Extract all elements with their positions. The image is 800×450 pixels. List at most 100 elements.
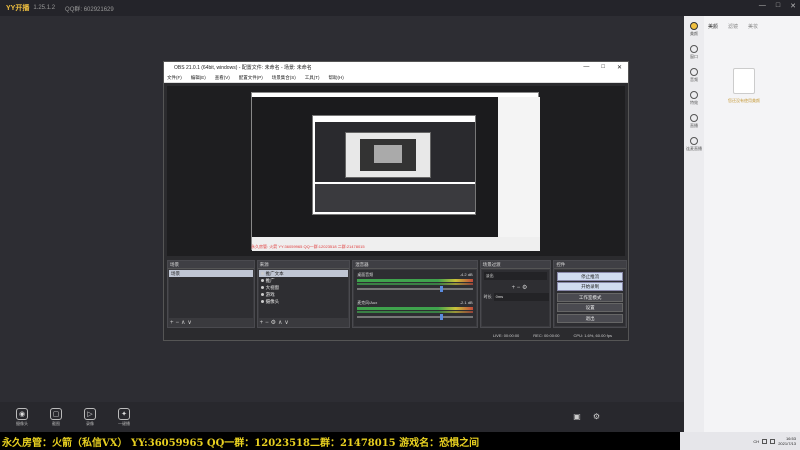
volume-icon[interactable] [770,438,776,444]
qq-group: QQ群: 602921629 [65,6,114,13]
source-item[interactable]: 摄像头 [259,298,349,305]
live-timer: LIVE: 00:00:00 [492,332,520,338]
stop-stream-button[interactable]: 停止推流 [557,271,623,281]
duration-input[interactable]: 0ms [493,293,550,301]
network-icon[interactable] [762,438,768,444]
nav-beauty[interactable]: 美颜 [690,22,698,37]
beauty-icon [690,22,698,30]
tab-makeup[interactable]: 美妆 [748,23,758,30]
transitions-title: 场景过渡 [480,261,551,269]
transition-select[interactable]: 淡出 [483,272,548,280]
exit-button[interactable]: 退出 [557,313,623,323]
menu-help[interactable]: 帮助(H) [329,75,344,81]
right-panel: 美颜 窗口 音频 特效 直播 连麦直播 美颜 滤镜 美妆 您还没有使用美颜 [684,16,800,432]
source-item[interactable]: 推广文本 [258,270,349,277]
bottom-toolbar: ◉ 摄像头 ▢ 截图 ▷ 录像 ✦ 一键播 ▣ ⚙ [0,402,684,432]
record-button[interactable]: ▷ 录像 [80,407,100,427]
obs-maximize-button[interactable]: □ [601,64,605,71]
beauty-tabs: 美颜 滤镜 美妆 [708,23,758,30]
scene-item[interactable]: 场景 [169,270,253,277]
mixer-title: 混音器 [353,261,477,269]
obs-window: OBS 21.0.1 (64bit, windows) - 配置文件: 未命名 … [163,61,629,341]
scenes-title: 场景 [168,261,254,269]
close-button[interactable]: ✕ [790,2,796,10]
screenshot-icon: ▢ [50,407,62,420]
nav-effects[interactable]: 特效 [690,91,698,106]
source-item[interactable]: 游戏 [259,291,349,298]
record-icon: ▷ [84,407,96,420]
settings-button[interactable]: 设置 [557,303,623,312]
nested-capture-2 [312,115,476,215]
nested-capture [251,92,540,251]
nav-co-host[interactable]: 连麦直播 [686,137,702,152]
app-titlebar: YY开播 1.25.1.2 QQ群: 602921629 — □ ✕ [0,0,800,16]
obs-statusbar: LIVE: 00:00:00 REC: 00:00:00 CPU: 1.6%, … [164,330,628,340]
rec-timer: REC: 00:00:00 [533,332,560,338]
clock[interactable]: 16:53 2021/7/13 [778,436,796,446]
cpu-fps: CPU: 1.6%, 60.00 fps [573,332,612,338]
layers-icon [690,45,698,53]
eye-icon[interactable] [260,279,264,282]
broadcast-icon: ✦ [118,407,130,420]
settings-gear-icon[interactable]: ⚙ [593,412,600,421]
tab-filter[interactable]: 滤镜 [728,23,738,30]
nav-window[interactable]: 窗口 [690,45,698,60]
empty-doc-icon [733,68,755,94]
promo-banner: 永久房管：火箭（私信VX） YY:36059965 QQ一群：12023518二… [0,432,680,450]
input-lang[interactable]: CH [753,439,759,444]
video-call-icon[interactable]: ▣ [573,412,581,421]
empty-text: 您还没有使用美颜 [728,98,760,103]
obs-close-button[interactable]: ✕ [617,64,622,71]
live-icon [690,114,698,122]
one-click-live-button[interactable]: ✦ 一键播 [114,407,134,427]
empty-state: 您还没有使用美颜 [724,68,764,114]
source-item[interactable]: 大视窗 [259,284,349,291]
volume-slider[interactable] [357,314,473,320]
eye-icon[interactable] [260,272,264,275]
camera-button[interactable]: ◉ 摄像头 [12,407,32,427]
eye-icon[interactable] [260,300,264,303]
camera-icon: ◉ [16,407,28,420]
minimize-button[interactable]: — [759,2,766,10]
obs-preview[interactable]: 永久房管: 火箭 YY:36059965 QQ一群:12023518 二群:21… [167,86,625,256]
menu-file[interactable]: 文件(F) [167,75,182,81]
co-host-icon [690,137,698,145]
eye-icon[interactable] [260,293,264,296]
maximize-button[interactable]: □ [776,2,780,10]
sources-toolbar[interactable]: +−⚙∧∨ [260,319,291,326]
preview-overlay-text: 永久房管: 火箭 YY:36059965 QQ一群:12023518 二群:21… [251,244,365,249]
mixer-row-desktop: 桌面音频 -4.2 dB [354,270,475,298]
nav-live[interactable]: 直播 [690,114,698,129]
right-nav: 美颜 窗口 音频 特效 直播 连麦直播 [684,16,704,432]
obs-title: OBS 21.0.1 (64bit, windows) - 配置文件: 未命名 … [174,65,312,71]
nav-audio[interactable]: 音频 [690,68,698,83]
mixer-dock: 混音器 桌面音频 -4.2 dB 麦克风/Aux -2.1 dB [352,260,478,328]
scenes-dock: 场景 场景 +−∧∨ [167,260,255,328]
eye-icon[interactable] [260,286,264,289]
studio-mode-button[interactable]: 工作室模式 [557,292,623,302]
controls-dock: 控件 停止推流 开始录制 工作室模式 设置 退出 [553,260,627,328]
obs-minimize-button[interactable]: — [583,64,589,71]
system-tray: CH 16:53 2021/7/13 [680,432,800,450]
volume-slider[interactable] [357,286,473,292]
menu-view[interactable]: 查看(V) [215,75,230,81]
source-item[interactable]: 推广 [259,277,349,284]
app-logo: YY开播 [6,5,30,12]
tab-beauty[interactable]: 美颜 [708,23,718,30]
obs-menubar: 文件(F) 编辑(E) 查看(V) 配置文件(P) 场景集合(S) 工具(T) … [164,73,628,83]
menu-edit[interactable]: 编辑(E) [191,75,206,81]
menu-scene-collection[interactable]: 场景集合(S) [272,75,296,81]
menu-profile[interactable]: 配置文件(P) [239,75,263,81]
transition-toolbar[interactable]: + − ⚙ [482,284,550,291]
mixer-row-mic: 麦克风/Aux -2.1 dB [354,298,475,326]
menu-tools[interactable]: 工具(T) [305,75,320,81]
obs-titlebar: OBS 21.0.1 (64bit, windows) - 配置文件: 未命名 … [164,62,628,73]
scenes-toolbar[interactable]: +−∧∨ [170,319,194,326]
app-version: 1.25.1.2 [33,5,56,11]
start-recording-button[interactable]: 开始录制 [557,282,623,291]
sources-dock: 来源 推广文本 推广 大视窗 游戏 摄像头 +−⚙∧∨ [256,260,351,328]
sources-title: 来源 [257,261,350,269]
transitions-dock: 场景过渡 淡出 + − ⚙ 时长 0ms [479,260,552,328]
screenshot-button[interactable]: ▢ 截图 [46,407,66,427]
audio-icon [690,68,698,76]
